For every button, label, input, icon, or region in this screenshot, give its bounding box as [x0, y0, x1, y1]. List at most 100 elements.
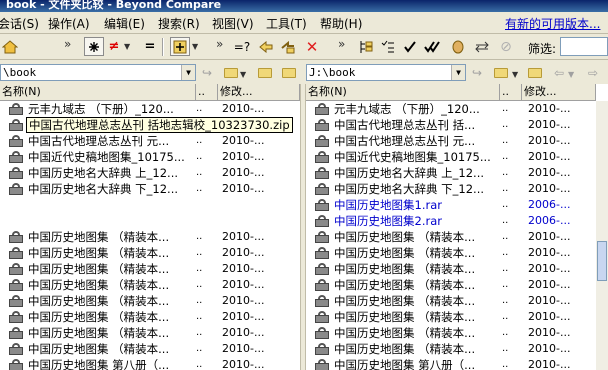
menu-help[interactable]: 帮助(H)	[320, 15, 362, 32]
right-file-row[interactable]: 中国历史地图集 （精装本..... 2010-...	[306, 229, 596, 245]
left-file-row[interactable]: 中国历史地名大辞典 下_12..... 2010-...	[0, 181, 300, 197]
right-file-row[interactable]: 元丰九域志 （下册）_120..... 2010-...	[306, 101, 596, 117]
back-dropdown-icon[interactable]: ▼	[568, 70, 574, 79]
filter-input[interactable]	[560, 37, 608, 56]
right-path-input[interactable]: J:\book ▼	[306, 64, 466, 81]
right-browse-folder-icon[interactable]	[492, 65, 510, 81]
right-date-column-header[interactable]: 修改...	[522, 84, 596, 100]
left-file-row[interactable]: 中国历史地名大辞典 上_12..... 2010-...	[0, 165, 300, 181]
window-title: book - 文件夹比较 - Beyond Compare	[6, 0, 222, 11]
copy-to-left-icon[interactable]	[256, 37, 276, 56]
left-parent-folder-icon[interactable]	[280, 65, 298, 81]
right-dots-column-header[interactable]: ..	[500, 84, 522, 100]
left-file-row[interactable]	[0, 213, 300, 229]
toolbar-overflow-chevron-icon[interactable]: »	[64, 37, 71, 51]
archive-icon[interactable]	[448, 37, 468, 56]
left-file-row[interactable]: 中国历史地图集 （精装本..... 2010-...	[0, 277, 300, 293]
left-file-pane[interactable]: 元丰九域志 （下册）_120.....2010-...中国古代地理总志丛刊..2…	[0, 101, 300, 370]
menu-search[interactable]: 搜索(R)	[158, 15, 200, 32]
differences-dropdown-icon[interactable]: ▼	[124, 42, 130, 51]
double-check-icon[interactable]	[422, 37, 442, 56]
right-file-row[interactable]: 中国历史地图集2.rar.. 2006-...	[306, 213, 596, 229]
left-browse-folder-icon[interactable]	[222, 65, 240, 81]
menu-bar: 会话(S) 操作(A) 编辑(E) 搜索(R) 视图(V) 工具(T) 帮助(H…	[0, 12, 608, 34]
left-file-row[interactable]: 中国历史地图集 （精装本..... 2010-...	[0, 245, 300, 261]
right-go-arrow-icon[interactable]: ↪	[468, 65, 486, 81]
right-name-column-header[interactable]: 名称(N)	[306, 84, 500, 100]
right-file-row[interactable]: 中国历史地图集1.rar.. 2006-...	[306, 197, 596, 213]
menu-tools[interactable]: 工具(T)	[266, 15, 307, 32]
left-file-row[interactable]: 中国历史地图集 第八册（..... 2010-...	[0, 357, 300, 370]
toolbar-overflow-chevron-icon-2[interactable]: »	[216, 37, 223, 51]
left-file-row[interactable]: 元丰九域志 （下册）_120..... 2010-...	[0, 101, 300, 117]
right-row-date: 2010-...	[528, 182, 571, 195]
right-file-row[interactable]: 中国历史地图集 （精装本..... 2010-...	[306, 261, 596, 277]
right-path-dropdown-icon[interactable]: ▼	[451, 65, 465, 80]
right-file-row[interactable]: 中国历史地图集 （精装本..... 2010-...	[306, 341, 596, 357]
right-row-dots: ..	[502, 343, 509, 354]
right-file-row[interactable]: 中国历史地名大辞典 下_12..... 2010-...	[306, 181, 596, 197]
right-file-row[interactable]: 中国历史地图集 （精装本..... 2010-...	[306, 309, 596, 325]
back-arrow-icon[interactable]: ⇦	[550, 65, 568, 81]
right-file-row[interactable]: 中国历史地名大辞典 上_12..... 2010-...	[306, 165, 596, 181]
compare-contents-icon[interactable]: =?	[232, 37, 252, 56]
left-file-row[interactable]: 中国近代史稿地图集_10175..... 2010-...	[0, 149, 300, 165]
left-file-row[interactable]	[0, 197, 300, 213]
left-go-arrow-icon[interactable]: ↪	[198, 65, 216, 81]
right-up-folder-icon[interactable]	[526, 65, 544, 81]
right-file-row[interactable]: 中国古代地理总志丛刊 元..... 2010-...	[306, 133, 596, 149]
left-date-column-header[interactable]: 修改...	[218, 84, 300, 100]
update-available-link[interactable]: 有新的可用版本...	[505, 15, 600, 32]
right-file-row[interactable]: 中国近代史稿地图集_10175..... 2010-...	[306, 149, 596, 165]
scrollbar-thumb[interactable]	[597, 241, 607, 281]
menu-actions[interactable]: 操作(A)	[48, 15, 90, 32]
delete-icon[interactable]: ✕	[302, 37, 322, 56]
expand-all-icon[interactable]	[170, 37, 190, 56]
expand-dropdown-icon[interactable]: ▼	[192, 42, 198, 51]
locked-folder-icon	[314, 183, 330, 195]
menu-view[interactable]: 视图(V)	[212, 15, 254, 32]
right-file-pane[interactable]: 元丰九域志 （下册）_120..... 2010-... 中国古代地理总志丛刊 括.…	[306, 101, 596, 370]
left-path-input[interactable]: \book ▼	[0, 64, 196, 81]
tree-view-icon[interactable]	[356, 37, 376, 56]
left-name-column-header[interactable]: 名称(N)	[0, 84, 196, 100]
left-file-row[interactable]: 中国历史地图集 （精装本..... 2010-...	[0, 261, 300, 277]
right-file-row[interactable]: 中国历史地图集 第八册（..... 2010-...	[306, 357, 596, 370]
right-row-dots: ..	[502, 215, 509, 226]
menu-session[interactable]: 会话(S)	[0, 15, 39, 32]
select-all-icon[interactable]	[378, 37, 398, 56]
left-file-row[interactable]: 中国历史地图集 （精装本..... 2010-...	[0, 341, 300, 357]
menu-edit[interactable]: 编辑(E)	[104, 15, 145, 32]
left-file-row[interactable]: 中国历史地图集 （精装本..... 2010-...	[0, 229, 300, 245]
right-file-row[interactable]: 中国历史地图集 （精装本..... 2010-...	[306, 293, 596, 309]
left-file-row[interactable]: 中国历史地图集 （精装本..... 2010-...	[0, 325, 300, 341]
left-row-dots: ..	[196, 343, 203, 354]
right-file-row[interactable]: 中国历史地图集 （精装本..... 2010-...	[306, 245, 596, 261]
left-path-dropdown-icon[interactable]: ▼	[181, 65, 195, 80]
left-dots-column-header[interactable]: ..	[196, 84, 218, 100]
show-same-icon[interactable]: =	[140, 37, 160, 56]
forward-arrow-icon[interactable]: ⇨	[584, 65, 602, 81]
copy-to-folder-icon[interactable]	[278, 37, 298, 56]
right-file-row[interactable]: 中国历史地图集 （精装本..... 2010-...	[306, 325, 596, 341]
left-up-folder-icon[interactable]	[256, 65, 274, 81]
locked-folder-icon	[314, 151, 330, 163]
locked-folder-icon	[8, 263, 24, 275]
stop-icon[interactable]: ⊘	[496, 37, 516, 56]
show-differences-icon[interactable]: ≠	[104, 37, 124, 56]
left-file-row[interactable]: 中国古代地理总志丛刊 元..... 2010-...	[0, 133, 300, 149]
home-icon[interactable]	[0, 37, 20, 56]
check-icon[interactable]	[400, 37, 420, 56]
show-all-icon[interactable]	[84, 37, 104, 56]
right-file-row[interactable]: 中国古代地理总志丛刊 括..... 2010-...	[306, 117, 596, 133]
right-row-dots: ..	[502, 103, 509, 114]
left-file-row[interactable]: 中国历史地图集 （精装本..... 2010-...	[0, 293, 300, 309]
toolbar-overflow-chevron-icon-3[interactable]: »	[338, 37, 345, 51]
right-file-row[interactable]: 中国历史地图集 （精装本..... 2010-...	[306, 277, 596, 293]
left-file-row[interactable]: 中国历史地图集 （精装本..... 2010-...	[0, 309, 300, 325]
right-browse-dropdown-icon[interactable]: ▼	[512, 70, 518, 79]
right-vertical-scrollbar[interactable]	[596, 101, 608, 370]
left-browse-dropdown-icon[interactable]: ▼	[240, 70, 246, 79]
swap-sides-icon[interactable]	[472, 37, 492, 56]
right-row-dots: ..	[502, 279, 509, 290]
